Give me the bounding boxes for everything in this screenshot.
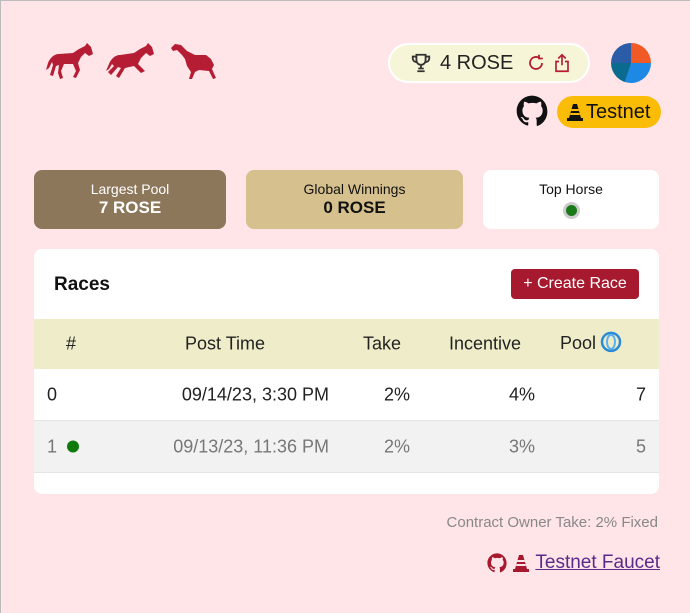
race-take: 2% bbox=[383, 384, 410, 404]
global-winnings-value: 0 ROSE bbox=[323, 198, 386, 217]
global-winnings-label: Global Winnings bbox=[303, 181, 406, 197]
race-id-cell: 1 bbox=[47, 436, 80, 457]
table-row[interactable]: 0 09/14/23, 3:30 PM 2% 4% 7 bbox=[34, 369, 659, 421]
race-pool: 7 bbox=[635, 384, 646, 404]
horse-icon bbox=[171, 44, 216, 79]
faucet-footer: Testnet Faucet bbox=[487, 552, 660, 574]
github-icon[interactable] bbox=[516, 95, 548, 127]
trophy-icon bbox=[411, 53, 431, 73]
balance-pill: 4 ROSE bbox=[388, 43, 590, 83]
race-post-time: 09/14/23, 3:30 PM bbox=[181, 384, 329, 404]
column-header-pool-label: Pool bbox=[560, 332, 597, 353]
race-id: 0 bbox=[47, 384, 58, 404]
column-header-incentive[interactable]: Incentive bbox=[449, 334, 521, 355]
races-title: Races bbox=[54, 274, 110, 295]
global-winnings-card: Global Winnings 0 ROSE bbox=[246, 170, 463, 229]
owner-take-note: Contract Owner Take: 2% Fixed bbox=[446, 514, 658, 531]
testnet-faucet-link[interactable]: Testnet Faucet bbox=[535, 552, 660, 574]
rose-token-icon bbox=[600, 331, 622, 353]
balance-amount: 4 ROSE bbox=[440, 51, 514, 74]
race-post-time: 09/13/23, 11:36 PM bbox=[173, 436, 329, 456]
column-header-post-time[interactable]: Post Time bbox=[185, 334, 265, 355]
github-icon[interactable] bbox=[487, 553, 507, 573]
top-horse-color-dot bbox=[562, 202, 580, 219]
race-take: 2% bbox=[383, 436, 410, 456]
top-horse-card: Top Horse bbox=[483, 170, 659, 229]
horses-logo bbox=[45, 41, 217, 81]
avatar[interactable] bbox=[611, 43, 651, 83]
race-incentive: 3% bbox=[508, 436, 535, 456]
share-icon[interactable] bbox=[553, 53, 571, 73]
race-id: 1 bbox=[47, 436, 58, 456]
column-header-pool[interactable]: Pool bbox=[560, 331, 622, 355]
network-badge[interactable]: Testnet bbox=[557, 96, 661, 128]
table-header: # Post Time Take Incentive Pool bbox=[34, 319, 659, 369]
traffic-cone-icon bbox=[513, 555, 530, 572]
horse-icon bbox=[106, 43, 154, 78]
refresh-icon[interactable] bbox=[527, 54, 545, 72]
winner-horse-dot bbox=[67, 440, 80, 453]
race-incentive: 4% bbox=[508, 384, 535, 404]
horse-icon bbox=[46, 43, 93, 79]
largest-pool-value: 7 ROSE bbox=[98, 198, 162, 217]
column-header-id[interactable]: # bbox=[66, 334, 76, 355]
column-header-take[interactable]: Take bbox=[363, 334, 401, 355]
top-horse-label: Top Horse bbox=[539, 181, 603, 197]
largest-pool-card: Largest Pool 7 ROSE bbox=[34, 170, 226, 229]
create-race-button[interactable]: + Create Race bbox=[511, 269, 639, 299]
traffic-cone-icon bbox=[567, 104, 583, 121]
table-row[interactable]: 1 09/13/23, 11:36 PM 2% 3% 5 bbox=[34, 421, 659, 473]
largest-pool-label: Largest Pool bbox=[90, 181, 170, 197]
race-pool: 5 bbox=[635, 436, 646, 456]
network-label: Testnet bbox=[586, 100, 651, 123]
races-card: Races + Create Race # Post Time Take Inc… bbox=[34, 249, 659, 494]
